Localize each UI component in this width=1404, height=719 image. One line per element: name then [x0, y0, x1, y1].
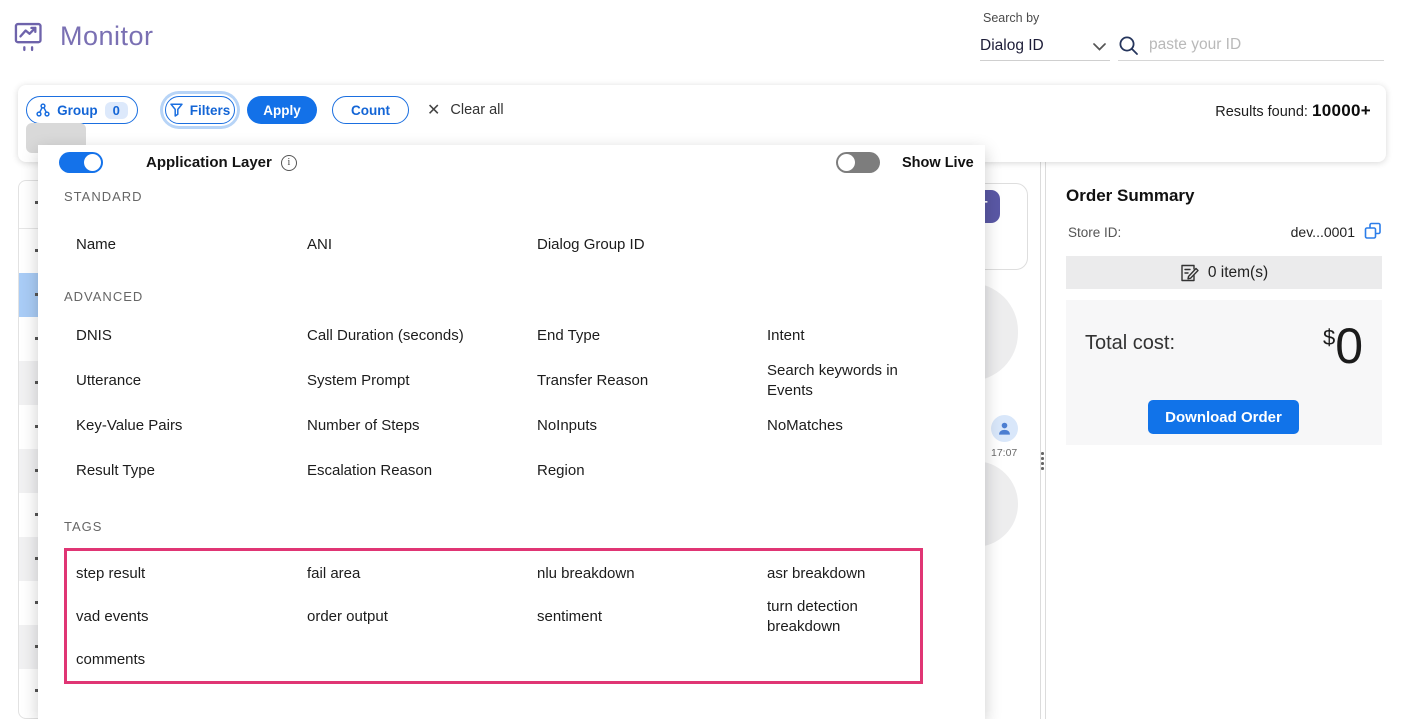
filter-option[interactable]: End Type [537, 313, 767, 358]
advanced-filter-list: DNISCall Duration (seconds)End TypeInten… [76, 313, 956, 493]
results-found-label: Results found: [1215, 104, 1308, 120]
filter-option[interactable]: Result Type [76, 448, 307, 493]
group-count-badge: 0 [105, 102, 128, 119]
apply-button[interactable]: Apply [247, 96, 317, 124]
filter-option[interactable]: Intent [767, 313, 937, 358]
clear-all-label: Clear all [450, 102, 503, 118]
panel-divider [1045, 162, 1046, 719]
filters-button[interactable]: Filters [165, 96, 235, 124]
filter-option[interactable]: Region [537, 448, 767, 493]
section-label-tags: TAGS [64, 519, 102, 534]
search-type-value: Dialog ID [980, 37, 1044, 54]
filter-option[interactable]: Call Duration (seconds) [307, 313, 537, 358]
count-button[interactable]: Count [332, 96, 409, 124]
filter-option[interactable]: DNIS [76, 313, 307, 358]
tag-option[interactable]: vad events [76, 595, 307, 638]
copy-icon[interactable] [1364, 222, 1382, 240]
filter-option[interactable]: Key-Value Pairs [76, 403, 307, 448]
show-live-row: Show Live [836, 152, 974, 173]
filter-option[interactable]: Number of Steps [307, 403, 537, 448]
group-button[interactable]: Group 0 [26, 96, 138, 124]
show-live-toggle[interactable] [836, 152, 880, 173]
order-summary-panel: Order Summary Store ID: dev...0001 0 ite… [1066, 186, 1382, 445]
panel-divider [1040, 162, 1041, 719]
tag-option[interactable]: asr breakdown [767, 552, 927, 595]
filter-option[interactable]: Transfer Reason [537, 358, 767, 403]
info-icon[interactable]: i [281, 155, 297, 171]
filter-option[interactable]: Dialog Group ID [537, 222, 767, 267]
person-icon [997, 421, 1012, 436]
download-order-button[interactable]: Download Order [1148, 400, 1299, 434]
filter-option[interactable]: NoInputs [537, 403, 767, 448]
store-id-value: dev...0001 [1291, 224, 1355, 240]
total-cost-value: $0 [1323, 317, 1362, 375]
chevron-down-icon [1093, 43, 1106, 51]
search-input[interactable] [1149, 36, 1384, 54]
application-layer-toggle[interactable] [59, 152, 103, 173]
filter-option[interactable]: NoMatches [767, 403, 937, 448]
tag-option[interactable]: turn detection breakdown [767, 595, 927, 638]
filters-button-label: Filters [190, 103, 231, 118]
resize-handle[interactable] [1041, 452, 1044, 472]
filter-option[interactable]: ANI [307, 222, 537, 267]
search-by-label: Search by [983, 11, 1039, 25]
filter-funnel-icon [170, 103, 183, 117]
tags-highlight-box: step resultfail areanlu breakdownasr bre… [64, 548, 923, 684]
message-timestamp: 17:07 [991, 447, 1017, 459]
total-cost-block: Total cost: $0 Download Order [1066, 300, 1382, 445]
currency-symbol: $ [1323, 325, 1335, 350]
results-found: Results found: 10000+ [1215, 101, 1371, 121]
app-header: Monitor Search by Dialog ID [0, 0, 1404, 84]
page-title: Monitor [60, 21, 154, 52]
filters-panel: Application Layer i Show Live STANDARD N… [38, 145, 985, 719]
user-avatar [991, 415, 1018, 442]
monitor-app: Monitor Search by Dialog ID T 17:0 [0, 0, 1404, 719]
filter-option[interactable]: System Prompt [307, 358, 537, 403]
filter-option[interactable]: Name [76, 222, 307, 267]
section-label-advanced: ADVANCED [64, 289, 143, 304]
search-type-select[interactable]: Dialog ID [980, 33, 1110, 61]
count-button-label: Count [351, 103, 390, 118]
show-live-label: Show Live [902, 155, 974, 171]
tag-option[interactable]: nlu breakdown [537, 552, 767, 595]
tag-option[interactable]: comments [76, 638, 307, 681]
filter-option[interactable]: Utterance [76, 358, 307, 403]
search-icon [1118, 35, 1139, 56]
tag-option[interactable]: fail area [307, 552, 537, 595]
group-nodes-icon [36, 103, 50, 117]
tags-filter-list: step resultfail areanlu breakdownasr bre… [67, 552, 920, 681]
order-summary-title: Order Summary [1066, 186, 1382, 206]
store-id-row: Store ID: dev...0001 [1066, 223, 1382, 243]
tag-option[interactable]: sentiment [537, 595, 767, 638]
close-icon: ✕ [427, 100, 440, 120]
tag-option[interactable]: step result [76, 552, 307, 595]
application-layer-label: Application Layer [146, 154, 272, 171]
apply-button-label: Apply [263, 103, 301, 118]
store-id-label: Store ID: [1068, 225, 1121, 240]
filter-option[interactable]: Search keywords in Events [767, 358, 937, 403]
results-found-value: 10000+ [1312, 101, 1371, 120]
standard-filter-list: NameANIDialog Group ID [76, 222, 956, 267]
order-items-count: 0 item(s) [1208, 264, 1268, 282]
search-field [1118, 30, 1384, 61]
monitor-logo-icon [14, 22, 45, 57]
order-items-bar: 0 item(s) [1066, 256, 1382, 289]
order-note-icon [1180, 263, 1199, 283]
total-cost-label: Total cost: [1085, 332, 1175, 355]
group-button-label: Group [57, 103, 98, 118]
application-layer-row: Application Layer i [59, 152, 297, 173]
section-label-standard: STANDARD [64, 189, 143, 204]
filter-option[interactable]: Escalation Reason [307, 448, 537, 493]
clear-all-button[interactable]: ✕ Clear all [427, 100, 504, 120]
tag-option[interactable]: order output [307, 595, 537, 638]
